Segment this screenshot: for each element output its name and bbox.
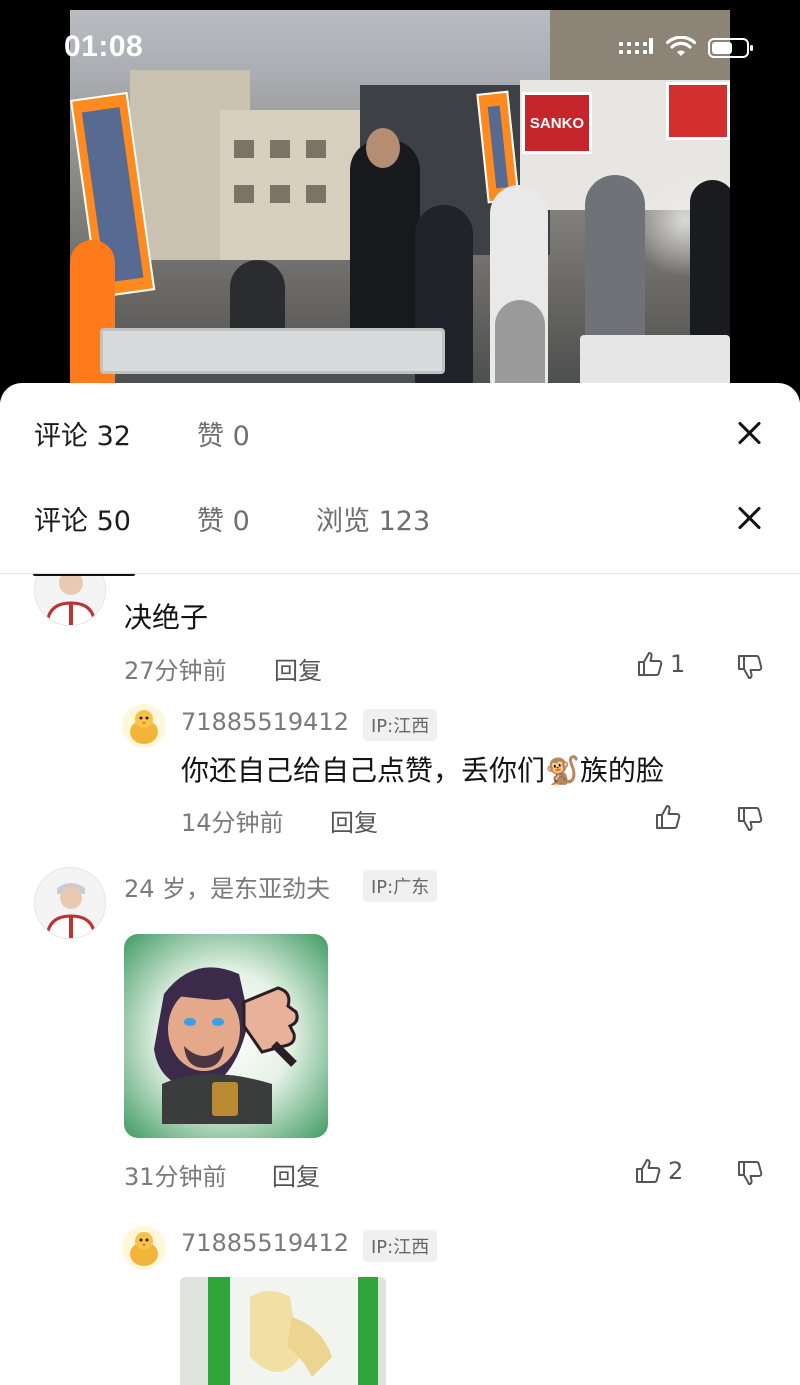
ip-badge: IP:广东 — [363, 870, 438, 902]
cellular-signal-icon — [619, 38, 653, 54]
user-avatar-icon — [35, 868, 105, 938]
user-avatar-icon — [35, 574, 105, 625]
battery-icon — [708, 38, 753, 58]
person — [495, 300, 545, 390]
status-bar: 01:08 — [0, 0, 800, 100]
thumbs-up-icon — [638, 652, 663, 676]
like-button[interactable]: 2 — [634, 1157, 683, 1185]
sheet-header-secondary: 评论 50 赞 0 浏览 123 — [0, 476, 800, 561]
status-icons — [618, 36, 754, 60]
tab-likes[interactable]: 赞 0 — [197, 414, 250, 453]
like-count: 2 — [668, 1157, 684, 1185]
comment-time: 14分钟前 — [181, 809, 284, 837]
monkey-emoji: 🐒 — [545, 754, 580, 787]
snack-package-image — [180, 1277, 386, 1385]
chick-avatar-icon — [122, 704, 166, 748]
tab-comments[interactable]: 评论 32 — [34, 414, 131, 453]
ip-badge: IP:江西 — [363, 709, 438, 741]
comment-text-part: 你还自己给自己点赞，丢你们 — [181, 754, 546, 787]
tab-indicator — [33, 574, 135, 576]
thumbs-down-sticker-icon — [154, 967, 299, 1124]
avatar[interactable] — [34, 574, 106, 626]
person-head — [366, 128, 400, 168]
tab-views[interactable]: 浏览 123 — [316, 499, 430, 538]
comment-photo[interactable] — [180, 1277, 386, 1385]
comment-sheet: 评论 32 赞 0 评论 50 赞 0 浏览 123 决绝子 27分钟前 回复 — [0, 383, 800, 1385]
person — [690, 180, 730, 350]
thumbs-up-icon — [656, 805, 681, 829]
comment-username[interactable]: 71885519412 — [181, 1229, 349, 1257]
thumbs-up-icon — [636, 1159, 661, 1183]
like-count: 1 — [670, 650, 686, 678]
dislike-button[interactable] — [736, 805, 764, 837]
reply-button[interactable]: 回复 — [330, 803, 378, 838]
comment-time: 31分钟前 — [124, 1163, 227, 1191]
thumbs-down-icon — [738, 1161, 763, 1185]
comment-list[interactable]: 决绝子 27分钟前 回复 1 71885519412 IP:江西 你还自己给自己… — [0, 574, 800, 1385]
guard-rail — [580, 335, 730, 390]
guard-rail — [100, 328, 445, 374]
avatar[interactable] — [34, 867, 106, 939]
comment-text: 你还自己给自己点赞，丢你们🐒族的脸 — [181, 749, 664, 789]
reply-button[interactable]: 回复 — [274, 651, 322, 686]
person — [585, 175, 645, 350]
tab-likes[interactable]: 赞 0 — [197, 499, 250, 538]
close-icon[interactable] — [736, 419, 764, 447]
comment-text: 决绝子 — [124, 601, 209, 634]
thumbs-down-icon — [738, 807, 763, 831]
avatar[interactable] — [122, 1226, 166, 1270]
store-sign: SANKO — [522, 92, 592, 154]
tab-comments[interactable]: 评论 50 — [34, 499, 131, 538]
like-button[interactable] — [654, 803, 682, 831]
comment-username[interactable]: 71885519412 — [181, 708, 349, 736]
like-button[interactable]: 1 — [636, 650, 685, 678]
ip-badge: IP:江西 — [363, 1230, 438, 1262]
comment-time: 27分钟前 — [124, 657, 227, 685]
thumbs-down-sticker[interactable] — [124, 934, 328, 1138]
dislike-button[interactable] — [736, 1159, 764, 1191]
thumbs-down-icon — [738, 655, 763, 679]
comment-text-part: 族的脸 — [579, 754, 664, 787]
status-time: 01:08 — [64, 30, 144, 63]
reply-button[interactable]: 回复 — [272, 1157, 320, 1192]
close-icon[interactable] — [736, 504, 764, 532]
dislike-button[interactable] — [736, 653, 764, 685]
comment-username[interactable]: 24 岁，是东亚劲夫 — [124, 869, 330, 904]
chick-avatar-icon — [122, 1226, 166, 1270]
wifi-icon — [666, 36, 696, 56]
sheet-header-primary: 评论 32 赞 0 — [0, 391, 800, 476]
avatar[interactable] — [122, 704, 166, 748]
